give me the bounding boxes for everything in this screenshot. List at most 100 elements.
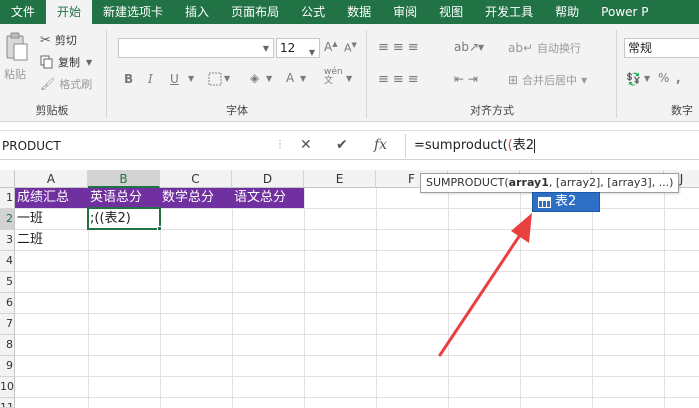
tab-page-layout[interactable]: 页面布局 <box>220 0 290 24</box>
row-header[interactable]: 4 <box>0 251 15 272</box>
wrap-text-button[interactable]: ab↵ 自动换行 <box>508 40 581 56</box>
row-header[interactable]: 9 <box>0 356 15 377</box>
format-painter-button[interactable]: 🖌 格式刷 <box>40 76 92 92</box>
horizontal-align-icon[interactable]: ≡≡≡ <box>378 72 423 87</box>
cell-c1[interactable]: 数学总分 <box>160 188 232 208</box>
phonetic-icon[interactable]: wén 文 <box>324 68 343 86</box>
cancel-icon[interactable]: ✕ <box>300 137 312 153</box>
tab-insert[interactable]: 插入 <box>174 0 220 24</box>
gridline <box>15 292 699 293</box>
confirm-icon[interactable]: ✔ <box>336 137 348 153</box>
row-header[interactable]: 7 <box>0 314 15 335</box>
gridline <box>15 250 699 251</box>
font-size-select[interactable]: 12 ▼ <box>276 38 320 58</box>
currency-icon[interactable]: 💱 <box>626 72 641 86</box>
chevron-down-icon[interactable]: ▼ <box>86 58 92 67</box>
name-box[interactable]: PRODUCT <box>0 134 270 158</box>
paste-label: 粘贴 <box>4 68 26 81</box>
row-header[interactable]: 6 <box>0 293 15 314</box>
cell-a2[interactable]: 一班 <box>15 209 88 229</box>
bold-button[interactable]: B <box>124 72 133 86</box>
tab-review[interactable]: 审阅 <box>382 0 428 24</box>
cell-d1[interactable]: 语文总分 <box>232 188 304 208</box>
select-all-corner[interactable] <box>0 170 15 188</box>
tab-formulas[interactable]: 公式 <box>290 0 336 24</box>
tab-power-pivot[interactable]: Power P <box>590 0 659 24</box>
column-header[interactable]: A <box>15 170 88 188</box>
italic-button[interactable]: I <box>148 72 153 86</box>
alignment-group-label: 对齐方式 <box>470 104 514 117</box>
chevron-down-icon[interactable]: ▼ <box>644 74 650 83</box>
chevron-down-icon: ▼ <box>581 75 588 85</box>
merge-center-label: 合并后居中 <box>522 74 578 87</box>
chevron-down-icon[interactable]: ▼ <box>346 74 352 83</box>
more-icon: ⋮ <box>275 139 286 150</box>
column-header[interactable]: B <box>88 170 160 188</box>
column-header[interactable]: D <box>232 170 304 188</box>
cut-button[interactable]: ✂ 剪切 <box>40 32 77 48</box>
table-icon <box>538 196 551 208</box>
column-header[interactable]: C <box>160 170 232 188</box>
column-header[interactable]: E <box>304 170 376 188</box>
row-header[interactable]: 11 <box>0 398 15 408</box>
tab-view[interactable]: 视图 <box>428 0 474 24</box>
row-header[interactable]: 10 <box>0 377 15 398</box>
chevron-down-icon[interactable]: ▼ <box>478 43 484 52</box>
wrap-icon: ab↵ <box>508 41 534 55</box>
merge-center-button[interactable]: ⊞ 合并后居中 ▼ <box>508 72 587 88</box>
font-group-label: 字体 <box>226 104 248 117</box>
font-name-select[interactable]: ▼ <box>118 38 274 58</box>
chevron-down-icon[interactable]: ▼ <box>188 74 194 83</box>
chevron-down-icon[interactable]: ▼ <box>266 74 272 83</box>
increase-font-icon[interactable]: A▲ <box>324 40 338 54</box>
paste-button[interactable]: 粘贴 <box>4 32 32 84</box>
comma-icon[interactable]: , <box>676 71 681 85</box>
fill-handle[interactable] <box>157 226 162 231</box>
tab-developer[interactable]: 开发工具 <box>474 0 544 24</box>
tooltip-func[interactable]: SUMPRODUCT( <box>426 176 509 189</box>
indent-icon[interactable]: ⇤ ⇥ <box>454 72 478 86</box>
number-group: 常规 💱 ▼ % , 数字 <box>620 24 699 122</box>
gridline <box>15 271 699 272</box>
formula-ref: 表2 <box>512 138 534 153</box>
row-header[interactable]: 5 <box>0 272 15 293</box>
text-cursor <box>534 138 535 153</box>
underline-button[interactable]: U <box>170 72 179 86</box>
font-color-icon[interactable]: A <box>286 71 294 85</box>
percent-icon[interactable]: % <box>658 71 669 85</box>
insert-function-icon[interactable]: fx <box>374 137 387 153</box>
borders-icon[interactable] <box>208 72 222 89</box>
chevron-down-icon[interactable]: ▼ <box>300 74 306 83</box>
autocomplete-label: 表2 <box>555 194 577 209</box>
paste-icon <box>6 32 28 61</box>
chevron-down-icon[interactable]: ▼ <box>224 74 230 83</box>
autocomplete-item[interactable]: 表2 <box>532 192 600 212</box>
formula-input[interactable]: =sumproduct((表2 <box>405 134 699 158</box>
tab-file[interactable]: 文件 <box>0 0 46 24</box>
tab-new[interactable]: 新建选项卡 <box>92 0 174 24</box>
row-header[interactable]: 8 <box>0 335 15 356</box>
gridline <box>15 376 699 377</box>
cell-b1[interactable]: 英语总分 <box>88 188 160 208</box>
number-format-select[interactable]: 常规 <box>624 38 699 58</box>
top-align-icon[interactable]: ≡≡≡ <box>378 40 423 55</box>
alignment-group: ≡≡≡ ab↗ ▼ ab↵ 自动换行 ≡≡≡ ⇤ ⇥ ⊞ 合并后居中 ▼ 对齐方… <box>370 24 614 122</box>
gridline <box>15 397 699 398</box>
cell-a1[interactable]: 成绩汇总 <box>15 188 88 208</box>
orientation-icon[interactable]: ab↗ <box>454 40 479 54</box>
tab-home[interactable]: 开始 <box>46 0 93 24</box>
copy-button[interactable]: 复制 ▼ <box>40 54 92 70</box>
clipboard-group-label: 剪贴板 <box>35 104 69 117</box>
tab-help[interactable]: 帮助 <box>544 0 590 24</box>
tab-data[interactable]: 数据 <box>336 0 382 24</box>
fill-color-icon[interactable]: ◈ <box>250 71 259 85</box>
function-tooltip: SUMPRODUCT(array1, [array2], [array3], .… <box>420 173 680 193</box>
decrease-font-icon[interactable]: A▼ <box>344 41 357 55</box>
row-header[interactable]: 3 <box>0 230 15 251</box>
copy-label: 复制 <box>58 56 80 69</box>
row-header[interactable]: 1 <box>0 188 15 209</box>
merge-icon: ⊞ <box>508 73 519 87</box>
group-divider <box>106 30 107 118</box>
row-header[interactable]: 2 <box>0 209 15 230</box>
cell-a3[interactable]: 二班 <box>15 230 88 250</box>
